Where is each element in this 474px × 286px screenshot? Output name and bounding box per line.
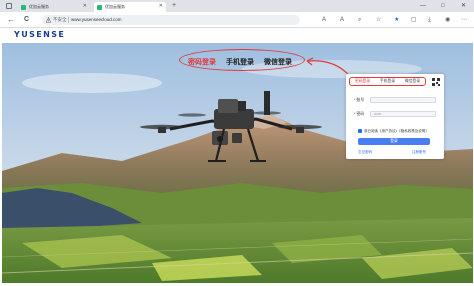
tab-phone-login[interactable]: 手机登录 <box>380 79 395 84</box>
tab-wechat-login[interactable]: 微信登录 <box>405 79 420 84</box>
browser-tab-title: 优加云服务 <box>105 4 125 9</box>
read-aloud-icon[interactable]: A <box>340 16 344 24</box>
browser-tab-title: 优加云服务 <box>29 4 49 9</box>
new-tab-button[interactable]: + <box>172 1 176 11</box>
back-button[interactable]: ← <box>7 15 15 25</box>
address-bar-row: ← C 不安全 www.yusenseecloud.com A A ⌕ ☆ ★ … <box>0 12 474 28</box>
tab-password-login[interactable]: 密码登录 <box>355 79 370 84</box>
site-favicon-icon <box>97 4 102 10</box>
restore-button[interactable]: □ <box>441 1 445 11</box>
warning-icon[interactable] <box>46 17 51 23</box>
browser-tab-2[interactable]: 优加云服务 ✕ <box>94 2 166 12</box>
zoom-icon[interactable]: ⌕ <box>358 16 361 24</box>
site-header: YUSENSE <box>0 29 474 43</box>
username-field[interactable] <box>370 97 436 103</box>
agreement-text[interactable]: 我已阅读《用户协议》《隐私政策及说明》 <box>364 129 429 133</box>
favorite-icon[interactable]: ☆ <box>376 16 381 24</box>
browser-tab-1[interactable]: 优加云服务 ✕ <box>18 2 90 12</box>
address-bar[interactable]: 不安全 www.yusenseecloud.com <box>42 15 300 25</box>
security-label: 不安全 <box>53 17 67 22</box>
close-tab-icon[interactable]: ✕ <box>159 3 163 10</box>
username-label: * 账号 <box>354 98 365 102</box>
close-tab-icon[interactable]: ✕ <box>83 3 87 10</box>
site-logo[interactable]: YUSENSE <box>14 30 65 39</box>
translate-icon[interactable]: A <box>322 16 326 24</box>
login-tabs: 密码登录 手机登录 微信登录 <box>349 77 426 86</box>
password-value: •••••• <box>374 112 382 116</box>
tab-wechat-login[interactable]: 微信登录 <box>264 57 292 67</box>
agree-checkbox[interactable] <box>358 129 362 133</box>
login-card: 密码登录 手机登录 微信登录 * 账号 * 密码 •••••• 我已阅读《用户协… <box>346 74 444 159</box>
password-label: * 密码 <box>354 112 365 116</box>
downloads-icon[interactable]: ⤓ <box>428 16 431 24</box>
browser-tab-strip: 优加云服务 ✕ 优加云服务 ✕ + — □ ✕ <box>0 0 474 12</box>
hero-banner: 密码登录 手机登录 微信登录 密码登录 手机登录 微信登录 * 账号 * 密码 … <box>2 43 473 283</box>
window-menu-icon[interactable] <box>6 3 12 9</box>
tab-phone-login[interactable]: 手机登录 <box>226 57 254 67</box>
favorites-list-icon[interactable]: ★ <box>394 16 399 24</box>
password-field[interactable]: •••••• <box>370 111 436 117</box>
reload-button[interactable]: C <box>24 15 29 25</box>
profile-icon[interactable]: ◉ <box>445 16 450 24</box>
hero-login-tabs: 密码登录 手机登录 微信登录 <box>188 57 292 67</box>
login-button[interactable]: 登录 <box>358 138 430 145</box>
minimize-button[interactable]: — <box>420 1 426 11</box>
close-window-button[interactable]: ✕ <box>461 1 466 11</box>
forgot-password-link[interactable]: 忘记密码 <box>358 150 372 155</box>
qr-code-icon[interactable] <box>432 78 440 86</box>
url-text[interactable]: www.yusenseecloud.com <box>71 17 122 23</box>
more-icon[interactable]: ⋯ <box>461 16 467 24</box>
collections-icon[interactable]: ▢ <box>411 16 417 24</box>
register-link[interactable]: 注册账号 <box>412 150 426 155</box>
site-favicon-icon <box>21 4 26 10</box>
divider <box>68 17 69 23</box>
tab-password-login[interactable]: 密码登录 <box>188 57 216 67</box>
